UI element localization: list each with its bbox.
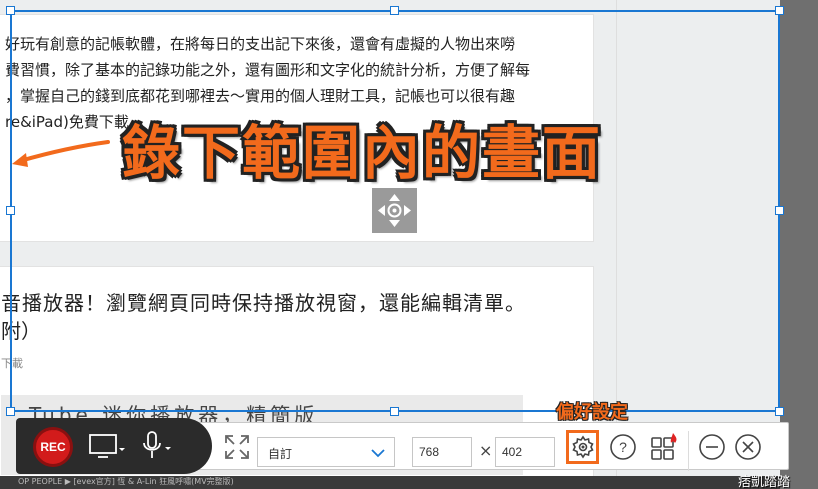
microphone-icon[interactable] [140, 430, 180, 462]
minimize-icon[interactable] [698, 433, 726, 461]
chevron-down-icon [371, 449, 385, 458]
toolbar-settings-panel: 自訂 768 × 402 ? [184, 422, 789, 471]
rec-button[interactable]: REC [33, 427, 73, 467]
times-symbol: × [479, 441, 493, 460]
width-input[interactable]: 768 [412, 437, 472, 467]
svg-text:?: ? [619, 439, 627, 455]
height-input[interactable]: 402 [495, 437, 555, 467]
resize-handle[interactable] [390, 6, 399, 15]
watermark: 痞凱踏踏 [738, 475, 791, 489]
size-preset-value: 自訂 [268, 447, 293, 461]
size-preset-select[interactable]: 自訂 [257, 437, 395, 467]
gear-icon[interactable] [566, 430, 599, 464]
resize-handle[interactable] [390, 407, 399, 416]
help-icon[interactable]: ? [609, 433, 637, 461]
resize-handle[interactable] [775, 6, 784, 15]
resize-handle[interactable] [6, 206, 15, 215]
apps-icon[interactable] [648, 431, 680, 463]
dimmed-area [780, 0, 818, 489]
toolbar-separator [688, 431, 689, 471]
resize-handle[interactable] [6, 6, 15, 15]
resize-handle[interactable] [6, 407, 15, 416]
arrow-icon [12, 140, 110, 167]
resize-handle[interactable] [775, 407, 784, 416]
capture-annotation: 錄下範圍內的畫面 [122, 119, 603, 187]
resize-handle[interactable] [775, 206, 784, 215]
fullscreen-icon[interactable] [221, 431, 253, 463]
move-icon[interactable] [372, 188, 417, 233]
close-icon[interactable] [734, 433, 762, 461]
taskbar: OP PEOPLE ▶ [evex官方] 恆 & A-Lin 狂風呼嘯(MV完整… [0, 476, 780, 489]
recorder-toolbar: 自訂 768 × 402 ? REC [16, 418, 789, 474]
screen-icon[interactable] [88, 432, 128, 460]
toolbar-record-panel: REC [16, 418, 212, 474]
